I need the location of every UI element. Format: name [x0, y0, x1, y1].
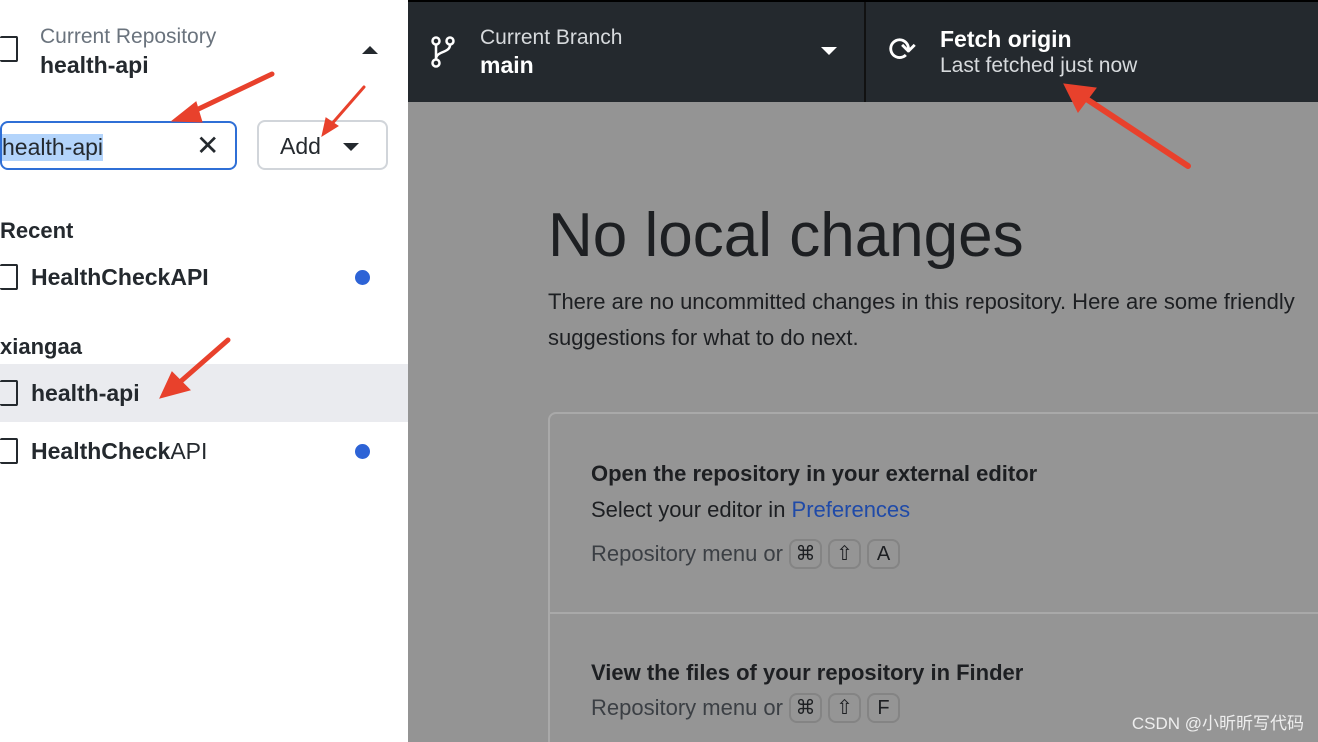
annotation-arrows [159, 71, 1191, 399]
arrow-annotation [1082, 95, 1191, 169]
arrow-annotation [177, 337, 231, 385]
arrow-annotation [328, 85, 366, 128]
arrowhead [170, 101, 203, 123]
arrowhead [1063, 83, 1097, 113]
watermark: CSDN @小昕昕写代码 [1131, 714, 1304, 733]
arrow-annotation [187, 71, 275, 116]
